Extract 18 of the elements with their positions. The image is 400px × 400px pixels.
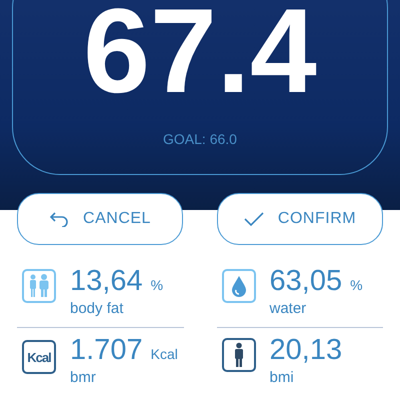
metric-value: 20,13 bbox=[270, 336, 342, 365]
goal-text: GOAL: 66.0 bbox=[163, 131, 237, 147]
water-drop-icon bbox=[222, 269, 256, 303]
people-icon bbox=[22, 269, 56, 303]
metric-label: bmr bbox=[70, 369, 97, 386]
metric-label: water bbox=[270, 300, 308, 317]
metric-value: 13,64 % bbox=[70, 267, 164, 296]
metric-label: bmi bbox=[270, 369, 295, 386]
person-icon bbox=[222, 338, 256, 372]
back-arrow-icon bbox=[49, 211, 70, 227]
cancel-button[interactable]: CANCEL bbox=[17, 193, 183, 245]
metric-value: 1.707 Kcal bbox=[70, 336, 178, 365]
metric-label: body fat bbox=[70, 300, 124, 317]
kcal-icon: Kcal bbox=[22, 340, 56, 374]
metric-value: 63,05 % bbox=[270, 267, 363, 296]
confirm-button[interactable]: CONFIRM bbox=[217, 193, 383, 245]
weight-value: 67.4 bbox=[83, 0, 317, 111]
checkmark-icon bbox=[244, 211, 264, 227]
